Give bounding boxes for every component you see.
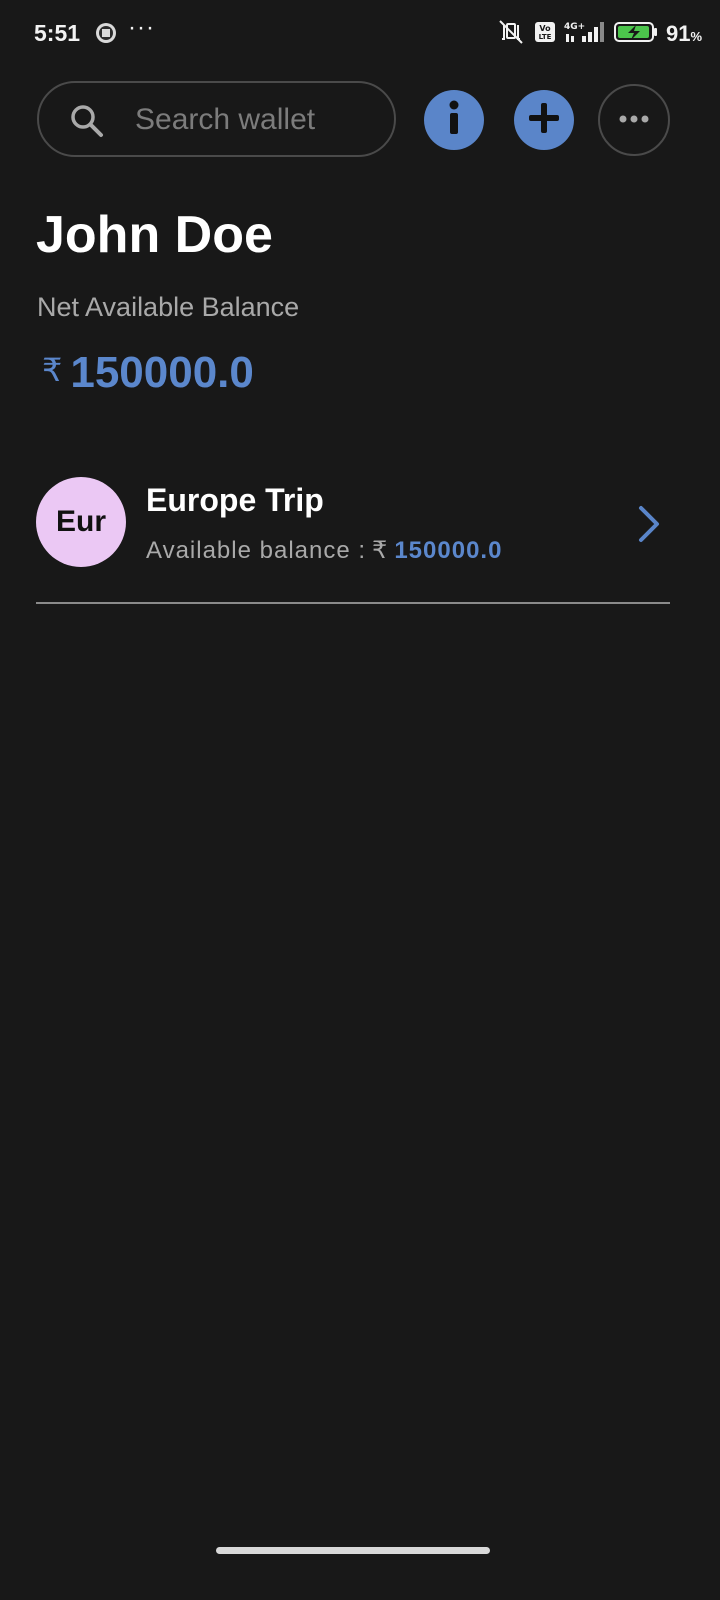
chevron-right-icon [636, 504, 662, 544]
list-divider [36, 602, 670, 604]
signal-icon: 4G+ [564, 20, 606, 49]
mute-vibrate-icon [496, 19, 526, 50]
status-indicators: Vo LTE 4G+ 91% [496, 18, 702, 50]
battery-percentage: 91% [665, 21, 702, 46]
user-name: John Doe [36, 206, 273, 264]
plus-icon [527, 101, 561, 140]
net-balance-label: Net Available Balance [37, 292, 300, 322]
more-notifications-icon: ··· [128, 14, 155, 41]
battery-charging-icon [613, 21, 658, 48]
net-balance: ₹ 150000.0 [42, 348, 254, 398]
wallet-avatar: Eur [36, 477, 126, 567]
add-wallet-button[interactable] [514, 90, 574, 150]
rupee-symbol: ₹ [42, 352, 63, 388]
info-icon [442, 98, 466, 143]
wallet-balance-label: Available balance : [146, 537, 367, 564]
wallet-balance-row: Available balance : ₹150000.0 [146, 536, 502, 565]
more-horizontal-icon [618, 111, 650, 129]
app-notification-icon [95, 22, 117, 44]
volte-icon: Vo LTE [534, 21, 556, 48]
wallet-balance-amount: 150000.0 [394, 537, 503, 564]
search-icon [69, 103, 105, 139]
more-options-button[interactable] [598, 84, 670, 156]
wallet-list-item[interactable]: Eur Europe Trip Available balance : ₹1500… [36, 470, 670, 580]
svg-text:LTE: LTE [539, 33, 552, 41]
net-balance-amount: 150000.0 [70, 348, 254, 397]
navigation-gesture-bar[interactable] [216, 1547, 490, 1554]
search-input[interactable] [135, 101, 375, 139]
status-time: 5:51 [34, 20, 81, 46]
status-bar: 5:51 ··· Vo LTE 4G+ 91% [0, 0, 720, 70]
search-bar[interactable] [37, 81, 396, 157]
rupee-symbol: ₹ [372, 537, 389, 564]
svg-text:4G+: 4G+ [564, 22, 585, 32]
svg-text:Vo: Vo [539, 24, 551, 33]
wallet-name: Europe Trip [146, 482, 324, 518]
info-button[interactable] [424, 90, 484, 150]
